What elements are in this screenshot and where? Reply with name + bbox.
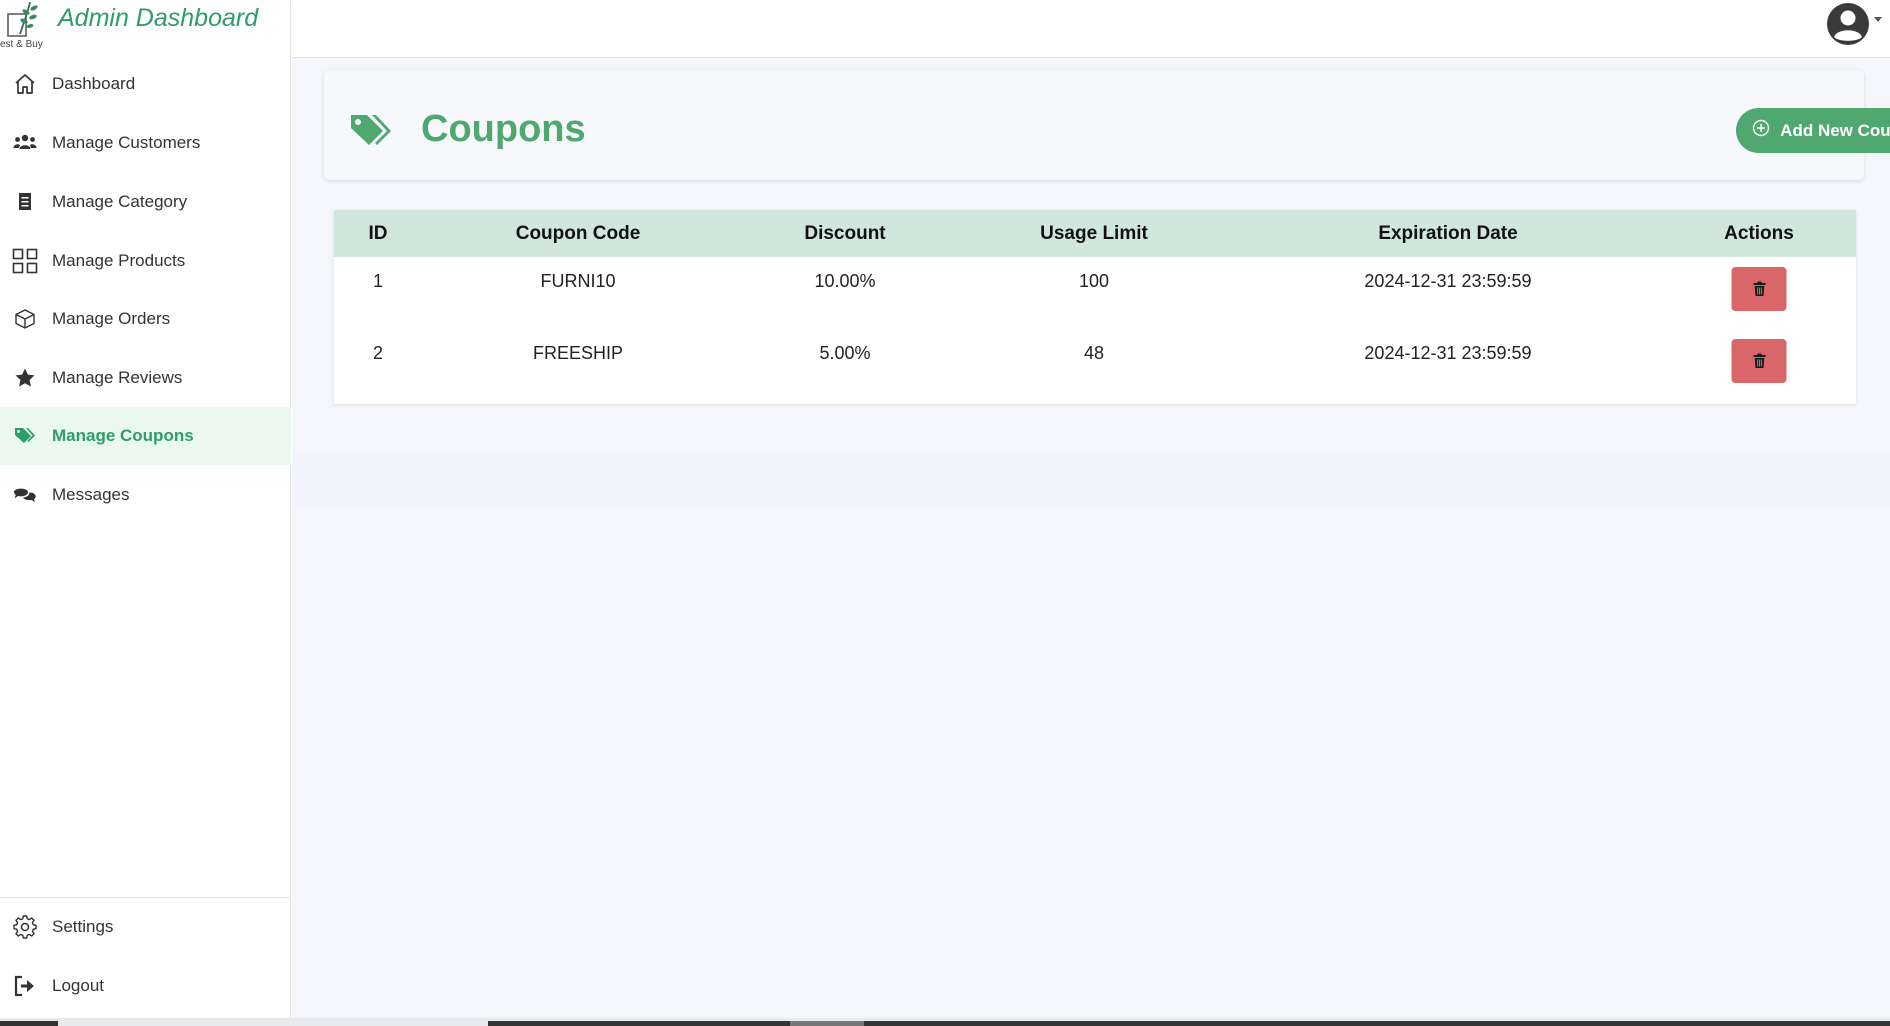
sidebar-item-label: Manage Orders [52,309,171,328]
gear-icon [12,914,38,940]
box-icon [12,306,38,332]
brand[interactable]: est & Buy Admin Dashboard [0,0,291,54]
cell-id: 1 [372,271,384,291]
cell-usage-limit: 48 [1083,343,1105,363]
plus-circle-icon [1752,119,1770,136]
sidebar-item-messages[interactable]: Messages [0,466,291,524]
sidebar: est & Buy Admin Dashboard Dashboard Mana… [0,0,291,1018]
sidebar-item-label: Messages [52,485,130,504]
cell-expiration: 2024-12-31 23:59:59 [1364,343,1532,363]
trash-icon [1753,353,1765,368]
taskbar-strip [0,1018,1890,1026]
table-header: ID Coupon Code Discount Usage Limit Expi… [334,210,1856,257]
coupons-table: ID Coupon Code Discount Usage Limit Expi… [334,210,1856,404]
column-header-id: ID [368,223,388,244]
page-title: Coupons [421,108,586,150]
list-icon [12,189,38,215]
sidebar-item-label: Dashboard [52,74,136,93]
user-circle-icon[interactable] [1826,2,1870,46]
delete-coupon-button[interactable] [1731,267,1787,311]
tags-icon [12,423,38,449]
sidebar-item-category[interactable]: Manage Category [0,173,291,231]
column-header-discount: Discount [804,223,886,244]
topbar [292,0,1890,58]
home-icon [12,71,38,97]
column-header-actions: Actions [1724,223,1794,244]
sidebar-item-label: Manage Category [52,192,188,211]
users-icon [12,130,38,156]
star-icon [12,365,38,391]
cell-expiration: 2024-12-31 23:59:59 [1364,271,1532,291]
sidebar-item-label: Settings [52,917,114,936]
sidebar-item-coupons[interactable]: Manage Coupons [0,407,291,465]
sidebar-item-label: Manage Products [52,251,186,270]
cell-discount: 5.00% [819,343,871,363]
sidebar-item-label: Logout [52,976,104,995]
cell-usage-limit: 100 [1078,271,1110,291]
cell-code: FURNI10 [540,271,616,291]
trash-icon [1753,281,1765,296]
grid-icon [12,248,38,274]
tags-icon [351,115,391,145]
add-new-coupon-button[interactable]: Add New Coupon [1736,108,1890,153]
cell-discount: 10.00% [814,271,876,291]
logout-icon [12,973,38,999]
cell-code: FREESHIP [532,343,624,363]
admin-app: est & Buy Admin Dashboard Dashboard Mana… [0,0,1890,1026]
add-button-label: Add New Coupon [1780,120,1890,140]
sidebar-item-reviews[interactable]: Manage Reviews [0,349,291,407]
chat-icon [12,482,38,508]
column-header-code: Coupon Code [515,223,641,244]
sidebar-item-label: Manage Coupons [52,426,194,445]
main-content: Coupons Add New Coupon ID Coupon Code Di… [292,58,1890,1018]
sidebar-item-orders[interactable]: Manage Orders [0,290,291,348]
page-header: Coupons Add New Coupon [324,70,1890,180]
app-title: Admin Dashboard [58,4,259,32]
sidebar-item-label: Manage Customers [52,133,201,152]
sidebar-item-products[interactable]: Manage Products [0,232,291,290]
sidebar-item-logout[interactable]: Logout [0,957,291,1015]
chevron-down-icon[interactable] [1874,17,1882,22]
logo-text: est & Buy [0,39,43,50]
sidebar-item-label: Manage Reviews [52,368,183,387]
column-header-usage-limit: Usage Limit [1040,223,1148,244]
sidebar-item-dashboard[interactable]: Dashboard [0,55,291,113]
sidebar-item-customers[interactable]: Manage Customers [0,114,291,172]
sidebar-item-settings[interactable]: Settings [0,898,291,956]
cell-id: 2 [372,343,384,363]
content-footer-band [292,450,1890,508]
delete-coupon-button[interactable] [1731,339,1787,383]
column-header-expiration: Expiration Date [1378,223,1518,244]
